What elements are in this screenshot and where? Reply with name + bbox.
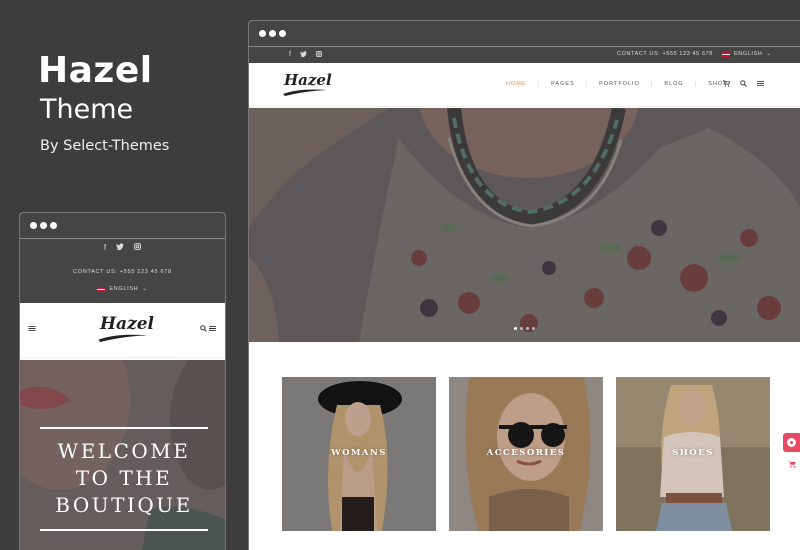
cart-widget-button[interactable] bbox=[783, 455, 800, 474]
category-card-shoes[interactable]: SHOES bbox=[616, 377, 770, 531]
slider-dot[interactable] bbox=[532, 327, 535, 330]
logo-swoosh-icon bbox=[98, 334, 148, 342]
welcome-heading: WELCOME TO THE BOUTIQUE bbox=[40, 427, 208, 531]
chevron-down-icon: ⌄ bbox=[766, 51, 772, 57]
category-label: SHOES bbox=[672, 448, 714, 458]
logo-swoosh-icon bbox=[283, 89, 327, 96]
brand-title: Hazel bbox=[38, 50, 153, 91]
window-dot-icon bbox=[30, 222, 37, 229]
category-label: ACCESORIES bbox=[486, 448, 566, 458]
slider-pagination bbox=[514, 327, 535, 330]
chevron-down-icon: ⌄ bbox=[142, 286, 148, 292]
mobile-preview-window: f CONTACT US: +555 123 45 678 ENGLISH ⌄ … bbox=[19, 212, 226, 550]
language-selector[interactable]: ENGLISH ⌄ bbox=[20, 286, 225, 292]
category-label: WOMANS bbox=[331, 448, 387, 458]
lifebuoy-icon bbox=[787, 438, 796, 447]
search-icon[interactable] bbox=[740, 80, 747, 89]
side-widget bbox=[783, 433, 800, 475]
mobile-header: Hazel bbox=[20, 303, 225, 358]
language-selector[interactable]: ENGLISH ⌄ bbox=[722, 51, 772, 57]
desktop-window-bar bbox=[249, 21, 800, 47]
category-card-womans[interactable]: WOMANS bbox=[282, 377, 436, 531]
twitter-icon[interactable] bbox=[116, 243, 125, 252]
facebook-icon[interactable]: f bbox=[104, 243, 106, 252]
main-nav: HOME | PAGES | PORTFOLIO | BLOG | SHOP bbox=[495, 81, 739, 87]
menu-icon[interactable] bbox=[28, 325, 36, 334]
cart-icon bbox=[787, 460, 796, 468]
cart-icon[interactable] bbox=[723, 80, 731, 89]
window-dot-icon bbox=[40, 222, 47, 229]
desktop-header: Hazel HOME | PAGES | PORTFOLIO | BLOG | … bbox=[249, 63, 800, 107]
welcome-line: WELCOME bbox=[57, 439, 191, 463]
facebook-icon[interactable]: f bbox=[289, 51, 291, 59]
search-menu-icons bbox=[200, 325, 217, 334]
menu-icon[interactable] bbox=[757, 80, 764, 89]
uk-flag-icon bbox=[97, 286, 106, 292]
window-dot-icon bbox=[50, 222, 57, 229]
desktop-preview-window: f CONTACT US: +555 123 45 678 ENGLISH ⌄ … bbox=[248, 20, 800, 550]
mobile-top-bar: f CONTACT US: +555 123 45 678 ENGLISH ⌄ bbox=[20, 239, 225, 303]
mobile-window-bar bbox=[20, 213, 225, 239]
mobile-hero: WELCOME TO THE BOUTIQUE bbox=[20, 360, 225, 550]
window-dot-icon bbox=[269, 30, 276, 37]
nav-item-blog[interactable]: BLOG bbox=[653, 81, 694, 87]
category-card-accesories[interactable]: ACCESORIES bbox=[449, 377, 603, 531]
instagram-icon[interactable] bbox=[134, 243, 142, 252]
contact-info: CONTACT US: +555 123 45 678 bbox=[617, 51, 713, 57]
welcome-line: TO THE bbox=[75, 466, 173, 490]
site-logo[interactable]: Hazel bbox=[100, 314, 154, 334]
site-logo[interactable]: Hazel bbox=[284, 71, 332, 89]
slider-dot[interactable] bbox=[514, 327, 517, 330]
menu-icon[interactable] bbox=[209, 325, 217, 332]
instagram-icon[interactable] bbox=[316, 51, 322, 59]
twitter-icon[interactable] bbox=[299, 51, 307, 59]
hero-slider[interactable] bbox=[249, 108, 800, 342]
window-dot-icon bbox=[259, 30, 266, 37]
slider-dot[interactable] bbox=[526, 327, 529, 330]
category-grid: WOMANS ACCESORIES SHOES bbox=[282, 377, 770, 531]
nav-item-pages[interactable]: PAGES bbox=[540, 81, 586, 87]
nav-item-portfolio[interactable]: PORTFOLIO bbox=[588, 81, 651, 87]
language-label: ENGLISH bbox=[109, 286, 139, 292]
slider-dot[interactable] bbox=[520, 327, 523, 330]
language-label: ENGLISH bbox=[734, 51, 763, 57]
nav-item-home[interactable]: HOME bbox=[495, 81, 538, 87]
search-icon[interactable] bbox=[200, 325, 207, 332]
window-dot-icon bbox=[279, 30, 286, 37]
brand-author: By Select-Themes bbox=[40, 138, 170, 154]
welcome-line: BOUTIQUE bbox=[55, 493, 193, 517]
desktop-top-bar: f CONTACT US: +555 123 45 678 ENGLISH ⌄ bbox=[249, 47, 800, 63]
uk-flag-icon bbox=[722, 51, 730, 57]
support-widget-button[interactable] bbox=[783, 433, 800, 452]
contact-info: CONTACT US: +555 123 45 678 bbox=[73, 269, 172, 275]
hero-image bbox=[249, 108, 800, 342]
brand-subtitle: Theme bbox=[40, 94, 134, 125]
